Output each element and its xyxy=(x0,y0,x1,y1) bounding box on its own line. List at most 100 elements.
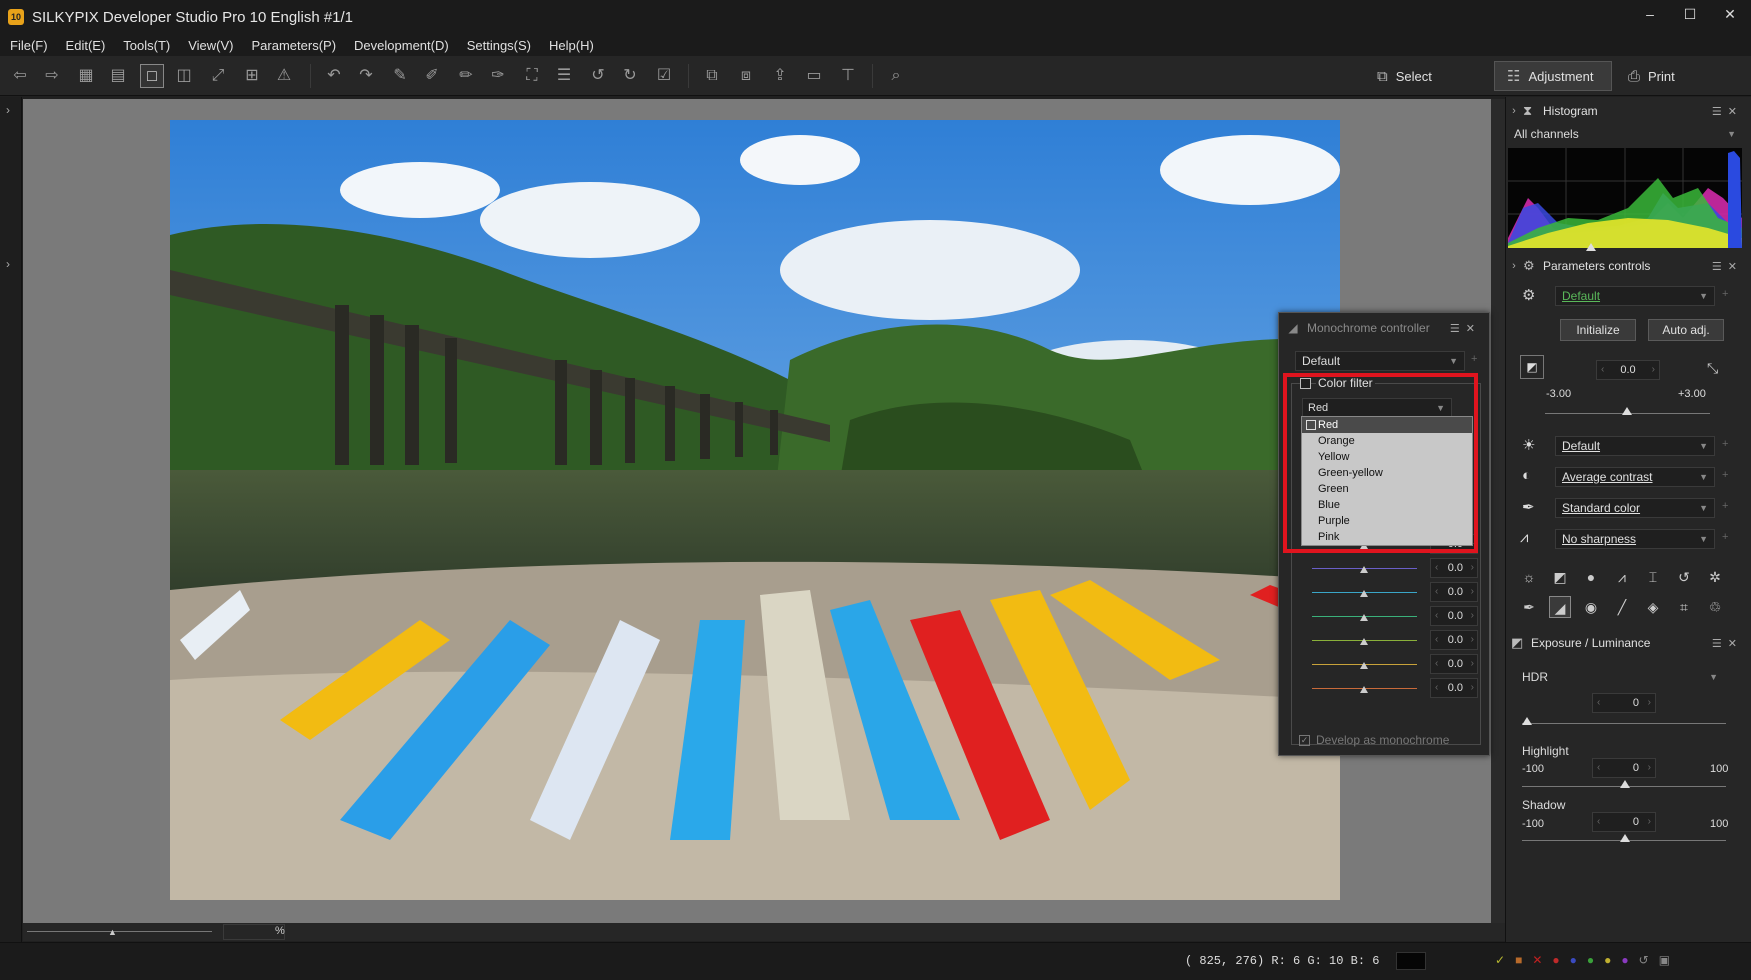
mono-preset-select[interactable]: Default ▼ xyxy=(1295,351,1465,371)
increment-icon[interactable]: › xyxy=(1648,813,1651,831)
green-label-icon[interactable]: ● xyxy=(1587,953,1594,967)
zoom-slider-thumb[interactable]: ▲ xyxy=(108,927,117,937)
channel-value[interactable]: ‹ 0.0 › xyxy=(1430,654,1478,674)
channel-value[interactable]: ‹ 0.0 › xyxy=(1430,630,1478,650)
decrement-icon[interactable]: ‹ xyxy=(1435,559,1438,577)
channel-value[interactable]: ‹ 0.0 › xyxy=(1430,582,1478,602)
hdr-slider-thumb[interactable] xyxy=(1522,717,1532,725)
heal-tool-icon[interactable]: ♲ xyxy=(1704,596,1726,618)
develop-as-monochrome[interactable]: ✓ Develop as monochrome xyxy=(1299,733,1449,747)
contrast-icon[interactable]: ◐ xyxy=(1522,467,1531,484)
fullscreen-icon[interactable]: ⤢ xyxy=(206,64,230,88)
sharpen-tool-icon[interactable]: ⩘ xyxy=(1611,566,1633,588)
menu-settings[interactable]: Settings(S) xyxy=(467,38,531,53)
menu-view[interactable]: View(V) xyxy=(188,38,233,53)
highlight-slider-thumb[interactable] xyxy=(1620,780,1630,788)
auto-adjust-button[interactable]: Auto adj. xyxy=(1648,319,1724,341)
maximize-button[interactable]: ☐ xyxy=(1681,6,1699,23)
eye-tool-icon[interactable]: ◉ xyxy=(1580,596,1602,618)
menu-help[interactable]: Help(H) xyxy=(549,38,594,53)
zoom-slider-track[interactable] xyxy=(27,931,212,932)
forward-icon[interactable]: ⇨ xyxy=(40,64,64,88)
channel-value[interactable]: ‹ 0.0 › xyxy=(1430,678,1478,698)
crop-frame-icon[interactable]: ⛶ xyxy=(520,64,544,88)
exposure-slider-thumb[interactable] xyxy=(1622,407,1632,415)
develop-icon[interactable]: ⧉ xyxy=(700,64,724,88)
histogram-channel-select[interactable]: All channels ▼ xyxy=(1508,125,1742,145)
grid-overlay-icon[interactable]: ⊞ xyxy=(240,64,264,88)
red-label-icon[interactable]: ● xyxy=(1552,953,1559,967)
viewer-vertical-scrollbar[interactable] xyxy=(1491,99,1505,923)
channel-slider-thumb[interactable] xyxy=(1360,614,1368,621)
tone-curve-tool-icon[interactable]: ◩ xyxy=(1549,566,1571,588)
add-tone-icon[interactable]: + xyxy=(1722,469,1728,481)
channel-value[interactable]: ‹ 0.0 › xyxy=(1430,558,1478,578)
white-balance-select[interactable]: Default ▼ xyxy=(1555,436,1715,456)
decrement-icon[interactable]: ‹ xyxy=(1597,813,1600,831)
menu-edit[interactable]: Edit(E) xyxy=(66,38,106,53)
adjustment-mode-button[interactable]: ☷ Adjustment xyxy=(1494,61,1612,91)
close-button[interactable]: ✕ xyxy=(1721,6,1739,23)
increment-icon[interactable]: › xyxy=(1648,694,1651,712)
lock-icon[interactable]: ▣ xyxy=(1659,953,1670,967)
preview-photo[interactable] xyxy=(170,120,1340,900)
panel-menu-close-icons[interactable]: ☰✕ xyxy=(1712,105,1743,118)
menu-file[interactable]: File(F) xyxy=(10,38,48,53)
purple-label-icon[interactable]: ● xyxy=(1621,953,1628,967)
channel-slider-thumb[interactable] xyxy=(1360,590,1368,597)
decrement-icon[interactable]: ‹ xyxy=(1597,759,1600,777)
transform-tool-icon[interactable]: ⌶ xyxy=(1642,566,1664,588)
highlight-value[interactable]: ‹ 0 › xyxy=(1592,758,1656,778)
mark-check-icon[interactable]: ☑ xyxy=(652,64,676,88)
exposure-panel-header[interactable]: ◩ Exposure / Luminance ☰✕ xyxy=(1505,631,1751,655)
collapse-histogram-icon[interactable]: › xyxy=(1505,105,1523,117)
histogram-panel-header[interactable]: › ⧗ Histogram ☰✕ xyxy=(1505,99,1751,123)
increment-icon[interactable]: › xyxy=(1471,679,1474,697)
decrement-icon[interactable]: ‹ xyxy=(1597,694,1600,712)
back-icon[interactable]: ⇦ xyxy=(8,64,32,88)
compare-view-icon[interactable]: ◫ xyxy=(172,64,196,88)
channel-value[interactable]: ‹ 0.0 › xyxy=(1430,606,1478,626)
collapse-params-icon[interactable]: › xyxy=(1505,260,1523,272)
menu-tools[interactable]: Tools(T) xyxy=(123,38,170,53)
grid-view-icon[interactable]: ▦ xyxy=(74,64,98,88)
increment-icon[interactable]: › xyxy=(1471,559,1474,577)
channel-slider-thumb[interactable] xyxy=(1360,566,1368,573)
minimize-button[interactable]: – xyxy=(1641,6,1659,23)
decrement-icon[interactable]: ‹ xyxy=(1435,583,1438,601)
decrement-icon[interactable]: ‹ xyxy=(1435,607,1438,625)
develop-as-monochrome-checkbox[interactable]: ✓ xyxy=(1299,734,1310,746)
tone-select[interactable]: Average contrast ▼ xyxy=(1555,467,1715,487)
export-icon[interactable]: ⇪ xyxy=(768,64,792,88)
dropper-icon[interactable]: ✒ xyxy=(1522,498,1535,516)
brush-tool-icon[interactable]: ╱ xyxy=(1611,596,1633,618)
auto-exposure-icon[interactable]: ⤡ xyxy=(1707,360,1718,377)
hdr-value[interactable]: ‹ 0 › xyxy=(1592,693,1656,713)
initialize-button[interactable]: Initialize xyxy=(1560,319,1636,341)
parameters-panel-header[interactable]: › ⚙ Parameters controls ☰✕ xyxy=(1505,254,1751,278)
decrement-icon[interactable]: ‹ xyxy=(1435,655,1438,673)
effects-tool-icon[interactable]: ✲ xyxy=(1704,566,1726,588)
monitor-icon[interactable]: ▭ xyxy=(802,64,826,88)
dropper-tool-icon[interactable]: ✒ xyxy=(1518,596,1540,618)
sharpness-select[interactable]: No sharpness ▼ xyxy=(1555,529,1715,549)
print-mode-button[interactable]: ⎙ Print xyxy=(1616,61,1687,91)
decrement-icon[interactable]: ‹ xyxy=(1435,631,1438,649)
decrement-icon[interactable]: ‹ xyxy=(1435,679,1438,697)
rotate-right-icon[interactable]: ↻ xyxy=(618,64,642,88)
blue-label-icon[interactable]: ● xyxy=(1570,953,1577,967)
channel-slider-thumb[interactable] xyxy=(1360,662,1368,669)
sharpness-icon[interactable]: ⩘ xyxy=(1520,529,1528,546)
add-color-icon[interactable]: + xyxy=(1722,500,1728,512)
mono-menu-close-icons[interactable]: ☰✕ xyxy=(1450,322,1481,335)
rotate-left-icon[interactable]: ↺ xyxy=(586,64,610,88)
color-tool-icon[interactable]: ● xyxy=(1580,566,1602,588)
increment-icon[interactable]: › xyxy=(1471,631,1474,649)
pen-outline-icon[interactable]: ✑ xyxy=(486,64,510,88)
histogram-thumb[interactable] xyxy=(1586,243,1596,251)
brightness-tool-icon[interactable]: ☼ xyxy=(1518,566,1540,588)
select-mode-button[interactable]: ⧉ Select xyxy=(1365,61,1444,91)
add-mono-preset-icon[interactable]: + xyxy=(1471,353,1477,365)
increment-icon[interactable]: › xyxy=(1648,759,1651,777)
hdr-slider-track[interactable] xyxy=(1522,723,1726,724)
